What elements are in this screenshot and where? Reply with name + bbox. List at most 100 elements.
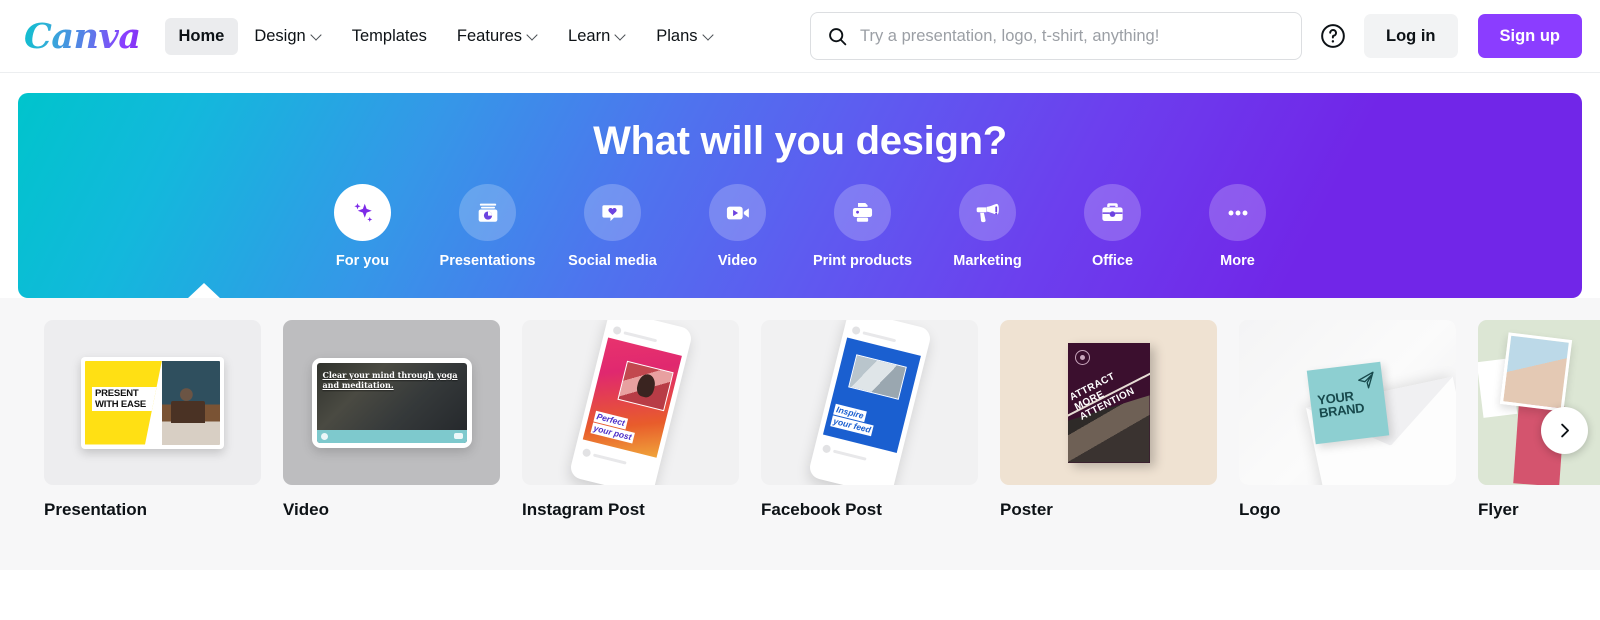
design-card-label: Facebook Post [761,500,882,519]
facebook-headline: Inspire your feed [829,402,876,437]
sparkle-icon [353,202,372,222]
nav-item-label: Design [254,26,306,45]
carousel-next-button[interactable] [1541,407,1588,454]
category-video[interactable]: Video [675,184,800,269]
heart-bubble-icon [602,205,623,222]
nav-item-design[interactable]: Design [240,18,335,55]
login-button[interactable]: Log in [1364,14,1458,58]
help-button[interactable] [1318,21,1348,51]
main-nav: Home Design Templates Features Learn Pla… [164,17,728,55]
help-circle-icon [1321,24,1345,48]
hero-banner: What will you design? For you Presentati… [18,93,1582,299]
brand-card-art: YOUR BRAND [1306,361,1389,444]
category-social-media[interactable]: Social media [550,184,675,269]
design-card-facebook-post[interactable]: Inspire your feed Facebook Post [761,320,978,520]
video-art: Clear your mind through yoga and meditat… [311,357,472,448]
category-label: More [1220,253,1255,269]
design-thumbnail: Inspire your feed [761,320,978,485]
design-card-label: Instagram Post [522,500,645,519]
video-camera-icon [726,206,749,219]
instagram-phone-art: Perfect your post [567,320,694,485]
category-label: Video [717,253,758,269]
category-row: For you Presentations Social media Video… [300,184,1300,269]
chevron-right-icon [1561,423,1569,438]
presentation-icon [478,203,497,222]
design-thumbnail: Perfect your post [522,320,739,485]
presentation-slide-art: PRESENT WITH EASE [81,356,224,449]
signup-button[interactable]: Sign up [1477,14,1582,58]
search-bar[interactable] [810,12,1303,60]
design-type-carousel: PRESENT WITH EASE Presentation Clear you… [0,298,1600,570]
chevron-down-icon [528,30,538,40]
category-icon-circle [1209,184,1266,241]
category-label: For you [335,253,390,269]
printer-icon [852,202,873,222]
facebook-phone-art: Inspire your feed [806,320,933,485]
category-presentations[interactable]: Presentations [425,184,550,269]
hero-title: What will you design? [593,119,1007,163]
design-thumbnail: YOUR BRAND [1239,320,1456,485]
design-card-label: Poster [1000,500,1053,519]
category-for-you[interactable]: For you [300,184,425,269]
ellipsis-icon [1228,210,1247,215]
poster-art: ATTRACT MORE ATTENTION [1067,342,1150,463]
nav-item-home[interactable]: Home [164,17,239,55]
active-category-pointer [187,283,221,299]
category-office[interactable]: Office [1050,184,1175,269]
poster-emblem-icon [1074,349,1090,365]
design-card-logo[interactable]: YOUR BRAND Logo [1239,320,1456,520]
design-thumbnail: Clear your mind through yoga and meditat… [283,320,500,485]
hero-section: What will you design? For you Presentati… [0,73,1600,299]
category-label: Social media [568,253,657,269]
canva-logo[interactable]: Canva [16,16,147,57]
design-thumbnail: ATTRACT MORE ATTENTION [1000,320,1217,485]
category-icon-circle [834,184,891,241]
nav-item-label: Plans [656,26,698,45]
header-actions: Log in Sign up [810,12,1582,60]
design-card-label: Video [283,500,329,519]
category-print-products[interactable]: Print products [800,184,925,269]
instagram-headline: Perfect your post [590,410,637,444]
category-icon-circle [459,184,516,241]
design-card-label: Flyer [1478,500,1519,519]
category-icon-circle [584,184,641,241]
video-headline: Clear your mind through yoga and meditat… [322,369,458,390]
nav-item-plans[interactable]: Plans [642,18,727,55]
nav-item-label: Features [456,26,523,45]
briefcase-icon [1102,203,1123,222]
design-thumbnail [1478,320,1600,485]
flyer-art [1478,320,1600,485]
nav-item-label: Learn [568,26,611,45]
design-type-list: PRESENT WITH EASE Presentation Clear you… [0,320,1600,520]
design-card-video[interactable]: Clear your mind through yoga and meditat… [283,320,500,520]
design-card-presentation[interactable]: PRESENT WITH EASE Presentation [44,320,261,520]
search-icon [829,27,847,45]
category-more[interactable]: More [1175,184,1300,269]
site-header: Canva Home Design Templates Features Lea… [0,0,1600,73]
category-label: Marketing [953,253,1022,269]
nav-item-label: Home [178,26,225,45]
nav-item-features[interactable]: Features [443,18,552,55]
category-label: Print products [812,253,913,269]
nav-item-learn[interactable]: Learn [554,18,640,55]
chevron-down-icon [704,30,714,40]
design-card-label: Presentation [44,500,147,519]
chevron-down-icon [312,30,322,40]
design-card-poster[interactable]: ATTRACT MORE ATTENTION Poster [1000,320,1217,520]
category-icon-circle [1084,184,1141,241]
category-label: Office [1091,253,1134,269]
slide-headline: PRESENT WITH EASE [92,386,162,411]
search-input[interactable] [860,26,1286,46]
category-label: Presentations [439,253,536,269]
nav-item-templates[interactable]: Templates [338,18,441,55]
megaphone-icon [976,203,999,222]
category-icon-circle [334,184,391,241]
category-icon-circle [959,184,1016,241]
design-card-label: Logo [1239,500,1281,519]
logo-headline: YOUR BRAND [1315,387,1365,421]
design-thumbnail: PRESENT WITH EASE [44,320,261,485]
paper-plane-icon [1357,371,1374,389]
design-card-instagram-post[interactable]: Perfect your post Instagram Post [522,320,739,520]
nav-item-label: Templates [351,26,427,45]
category-marketing[interactable]: Marketing [925,184,1050,269]
